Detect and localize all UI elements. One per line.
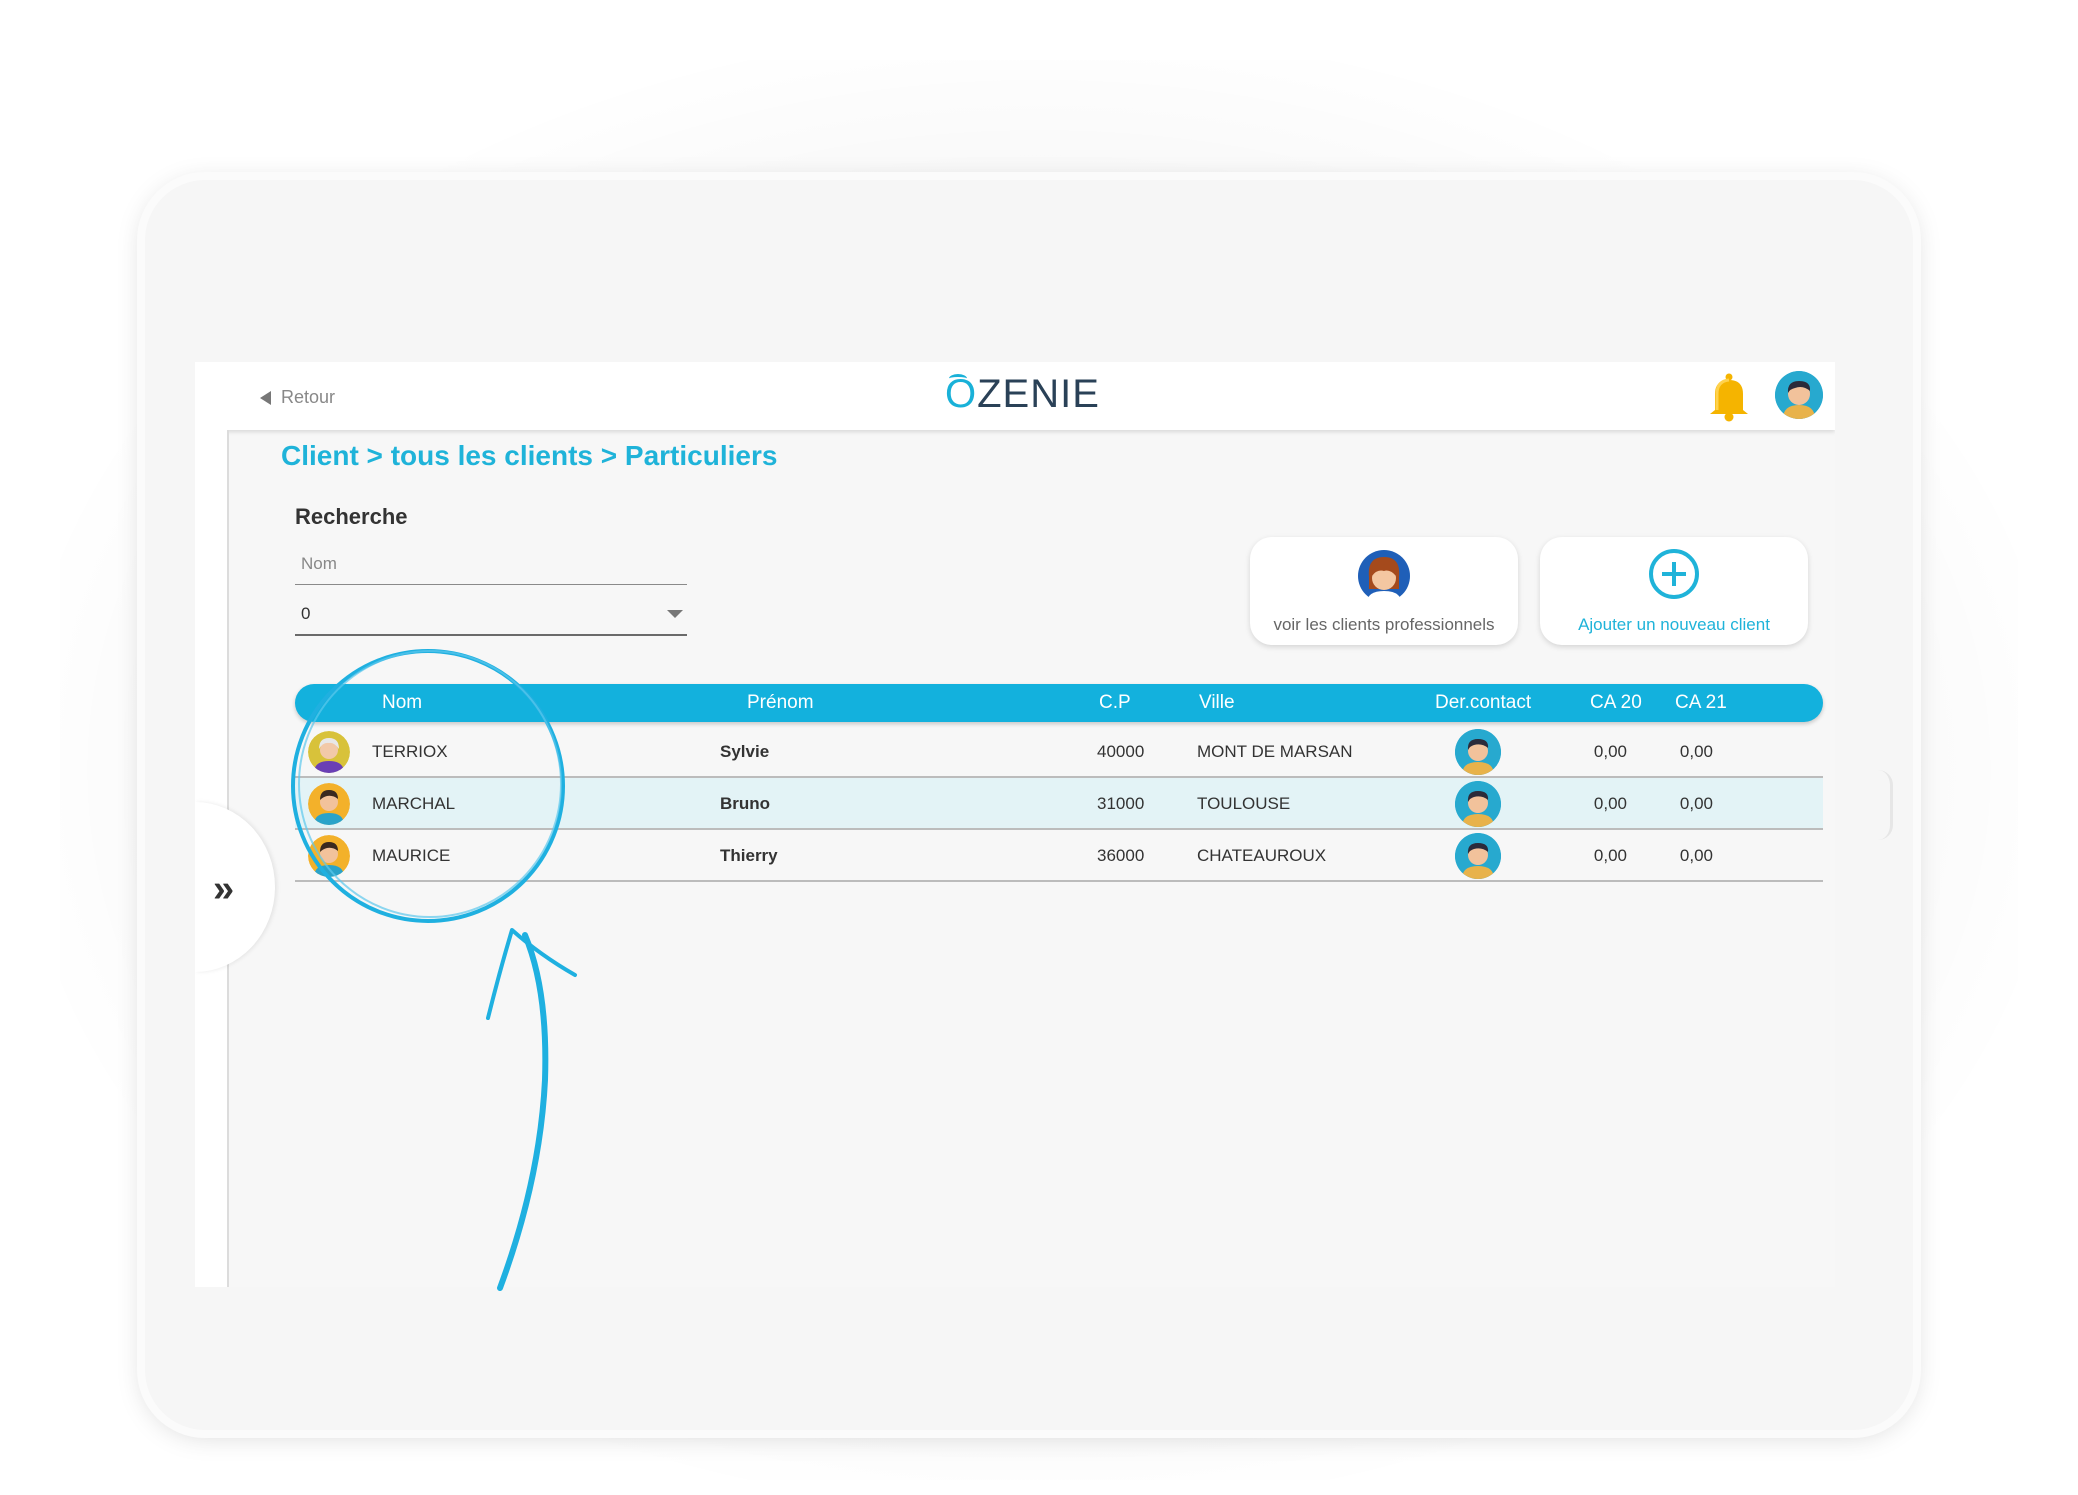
cell-cp: 40000 xyxy=(1097,742,1145,761)
table-row[interactable]: MARCHAL Bruno 31000 TOULOUSE 0,00 0,00 xyxy=(295,778,1823,830)
logo-text: ZENIE xyxy=(977,372,1100,416)
cell-ca20: 0,00 xyxy=(1593,742,1627,761)
table-header: Nom Prénom C.P Ville Der.contact CA 20 C… xyxy=(295,684,1823,722)
client-avatar xyxy=(308,783,350,825)
sidebar-expand-button[interactable]: » xyxy=(195,802,275,972)
cell-ville: CHATEAUROUX xyxy=(1197,846,1327,865)
notification-bell-icon[interactable] xyxy=(1705,372,1753,422)
user-avatar-icon xyxy=(1775,371,1823,419)
contact-person-icon xyxy=(1455,729,1501,775)
professional-clients-button[interactable]: voir les clients professionnels xyxy=(1250,537,1518,645)
filter-select-value: 0 xyxy=(301,604,311,623)
client-avatar xyxy=(308,731,350,773)
last-contact-avatar[interactable] xyxy=(1455,833,1501,879)
client-avatar xyxy=(308,835,350,877)
elderly-woman-avatar-icon xyxy=(308,731,350,773)
add-client-button[interactable]: Ajouter un nouveau client xyxy=(1540,537,1808,645)
cell-prenom: Bruno xyxy=(720,794,771,813)
column-header-ville[interactable]: Ville xyxy=(1199,692,1235,714)
top-bar: Retour OZENIE xyxy=(195,362,1835,430)
cell-nom: TERRIOX xyxy=(372,742,448,761)
column-header-ca21[interactable]: CA 21 xyxy=(1675,692,1727,714)
cell-prenom: Sylvie xyxy=(720,742,770,761)
cell-ca21: 0,00 xyxy=(1679,846,1713,865)
filter-select[interactable]: 0 xyxy=(295,594,687,636)
cell-ca20: 0,00 xyxy=(1593,794,1627,813)
last-contact-avatar[interactable] xyxy=(1455,729,1501,775)
column-header-ca20[interactable]: CA 20 xyxy=(1590,692,1642,714)
app-logo: OZENIE xyxy=(945,372,1100,417)
contact-person-icon xyxy=(1455,781,1501,827)
back-label: Retour xyxy=(281,387,336,407)
cell-ca21: 0,00 xyxy=(1679,742,1713,761)
cell-cp: 31000 xyxy=(1097,794,1145,813)
name-search-input[interactable] xyxy=(295,544,687,584)
search-title: Recherche xyxy=(295,504,408,529)
cell-ca21: 0,00 xyxy=(1679,794,1713,813)
professional-woman-icon xyxy=(1358,550,1410,603)
table-row[interactable]: MAURICE Thierry 36000 CHATEAUROUX 0,00 0… xyxy=(295,830,1823,882)
last-contact-avatar[interactable] xyxy=(1455,781,1501,827)
breadcrumb[interactable]: Client > tous les clients > Particuliers xyxy=(281,440,777,472)
man-avatar-icon xyxy=(308,783,350,825)
user-avatar[interactable] xyxy=(1775,371,1823,419)
app-screen: Retour OZENIE » Client > tous les client… xyxy=(195,362,1835,1287)
man-avatar-icon xyxy=(308,835,350,877)
add-circle-icon xyxy=(1649,549,1699,599)
tablet-side-button xyxy=(1878,770,1893,840)
column-header-nom[interactable]: Nom xyxy=(382,692,422,714)
cell-cp: 36000 xyxy=(1097,846,1145,865)
cell-ville: MONT DE MARSAN xyxy=(1197,742,1353,761)
back-button[interactable]: Retour xyxy=(260,387,335,408)
cell-nom: MARCHAL xyxy=(372,794,456,813)
double-chevron-right-icon: » xyxy=(213,868,235,910)
column-header-cp[interactable]: C.P xyxy=(1099,692,1131,714)
contact-person-icon xyxy=(1455,833,1501,879)
professional-clients-label: voir les clients professionnels xyxy=(1273,615,1495,634)
cell-prenom: Thierry xyxy=(720,846,778,865)
cell-ville: TOULOUSE xyxy=(1197,794,1291,813)
dropdown-arrow-icon xyxy=(667,610,683,618)
add-client-label: Ajouter un nouveau client xyxy=(1578,615,1770,634)
name-search-field[interactable] xyxy=(295,544,687,585)
table-row[interactable]: TERRIOX Sylvie 40000 MONT DE MARSAN 0,00… xyxy=(295,726,1823,778)
logo-letter: O xyxy=(945,372,978,416)
column-header-prenom[interactable]: Prénom xyxy=(747,692,814,714)
cell-nom: MAURICE xyxy=(372,846,451,865)
column-header-der-contact[interactable]: Der.contact xyxy=(1435,692,1531,714)
back-arrow-icon xyxy=(260,390,271,405)
cell-ca20: 0,00 xyxy=(1593,846,1627,865)
